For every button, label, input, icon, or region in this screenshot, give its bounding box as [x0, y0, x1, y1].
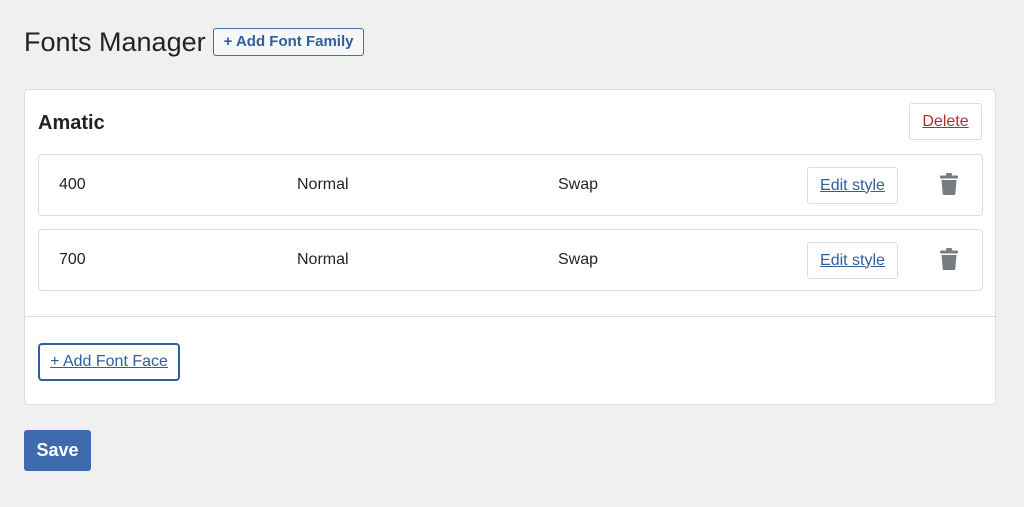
page-header: Fonts Manager + Add Font Family	[24, 26, 365, 58]
save-button[interactable]: Save	[24, 430, 91, 471]
font-weight: 400	[59, 176, 86, 193]
font-family-card: Amatic Delete 400 Normal Swap Edit style…	[24, 89, 996, 405]
add-font-face-button[interactable]: + Add Font Face	[38, 343, 180, 381]
font-display: Swap	[558, 251, 599, 268]
fonts-manager-page: Fonts Manager + Add Font Family Amatic D…	[0, 0, 1024, 507]
card-divider	[25, 316, 995, 317]
add-font-family-button[interactable]: + Add Font Family	[212, 28, 365, 56]
font-face-row: 700 Normal Swap Edit style	[38, 229, 983, 291]
trash-icon[interactable]	[936, 245, 962, 273]
font-weight: 700	[59, 251, 86, 268]
edit-style-button[interactable]: Edit style	[807, 167, 898, 204]
font-style: Normal	[297, 176, 349, 193]
font-face-row: 400 Normal Swap Edit style	[38, 154, 983, 216]
font-family-name: Amatic	[38, 112, 105, 134]
font-style: Normal	[297, 251, 349, 268]
font-display: Swap	[558, 176, 599, 193]
edit-style-button[interactable]: Edit style	[807, 242, 898, 279]
trash-icon[interactable]	[936, 170, 962, 198]
delete-family-button[interactable]: Delete	[909, 103, 982, 140]
page-title: Fonts Manager	[24, 27, 206, 57]
